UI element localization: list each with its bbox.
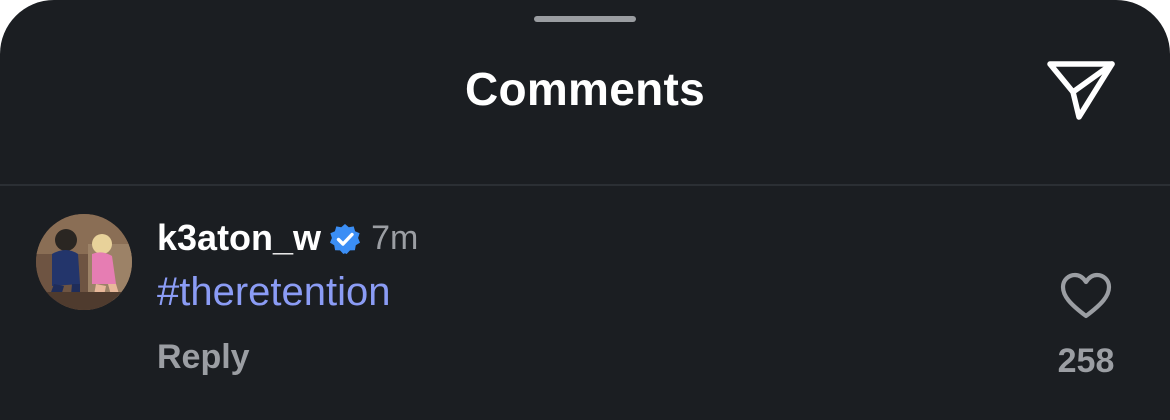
share-button[interactable] <box>1044 54 1118 124</box>
comment-username[interactable]: k3aton_w <box>157 217 321 259</box>
comment-timestamp: 7m <box>371 218 419 257</box>
avatar[interactable] <box>36 214 132 310</box>
header-divider <box>0 184 1170 186</box>
comment-hashtag-link[interactable]: #theretention <box>157 270 391 315</box>
drag-handle[interactable] <box>534 16 636 22</box>
paper-plane-icon <box>1044 54 1118 124</box>
verified-badge-icon <box>329 223 361 255</box>
like-count: 258 <box>1057 342 1115 380</box>
comment-header: k3aton_w 7m <box>157 214 418 262</box>
like-button[interactable] <box>1060 272 1112 320</box>
sheet-title: Comments <box>464 63 706 115</box>
comments-sheet: Comments k3aton_w 7m #theretention Reply… <box>0 0 1170 420</box>
reply-button[interactable]: Reply <box>157 338 250 377</box>
heart-outline-icon <box>1060 272 1112 320</box>
